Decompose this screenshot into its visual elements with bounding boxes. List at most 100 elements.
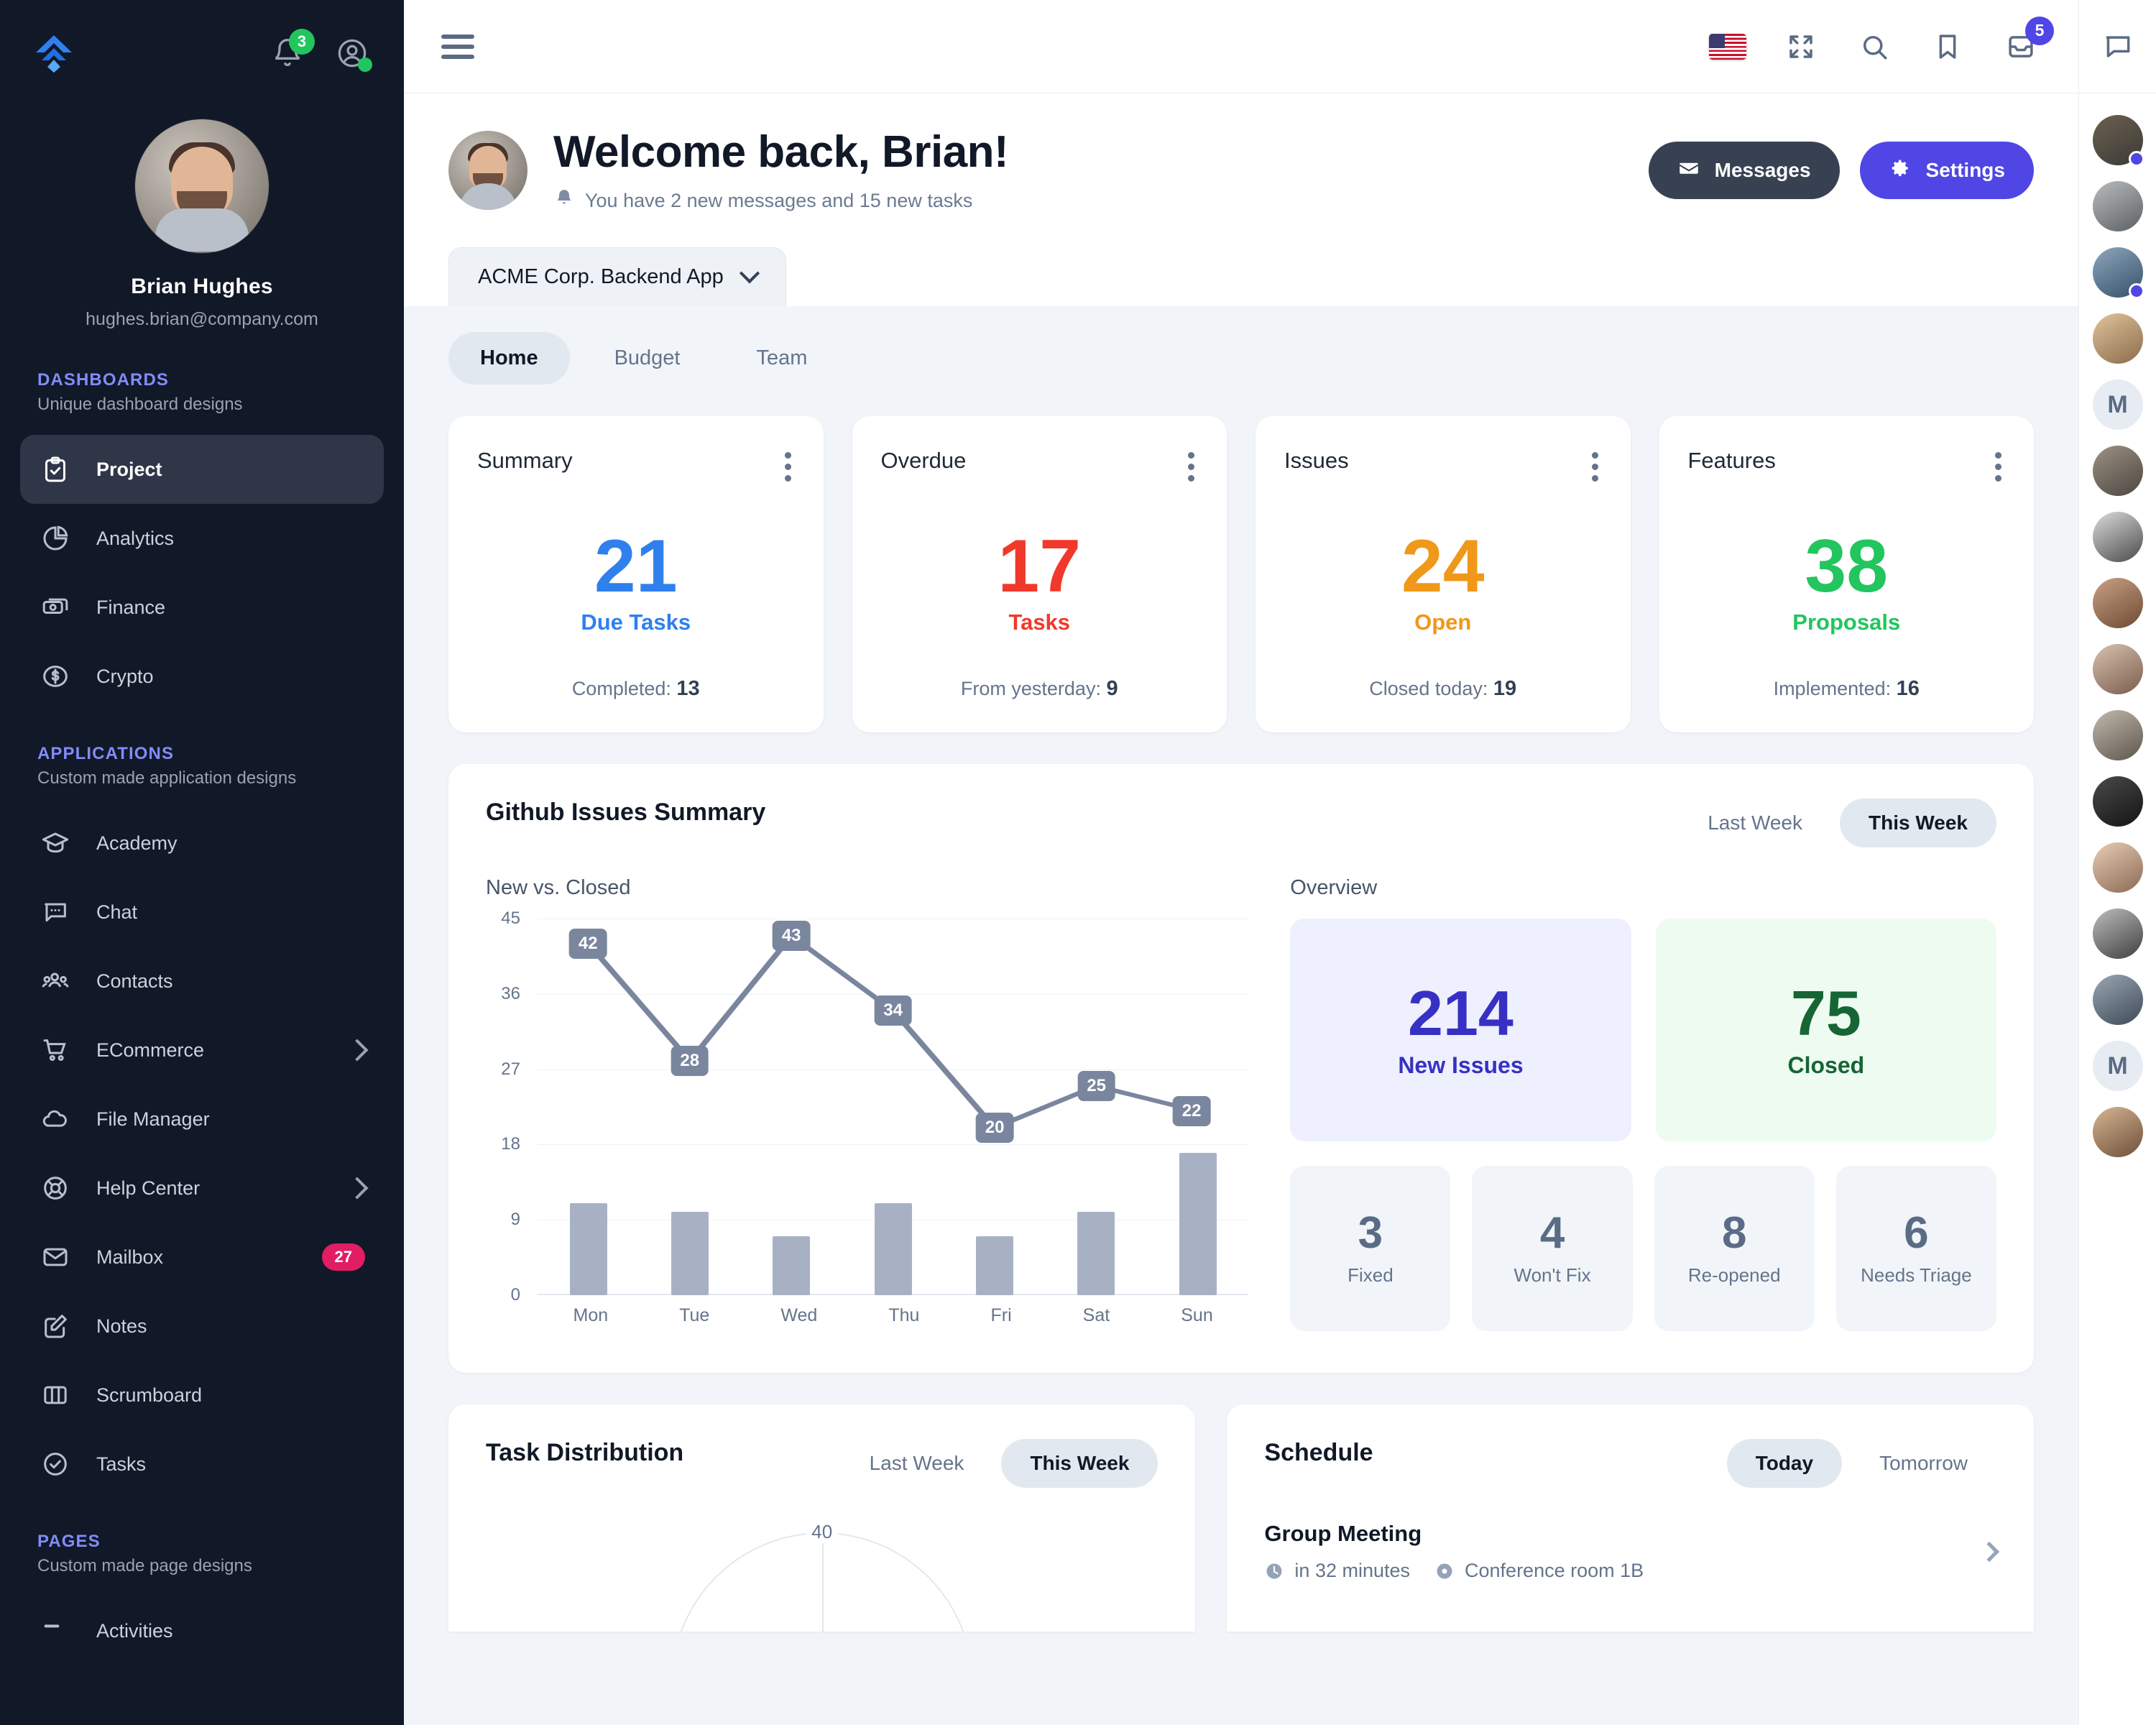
clipboard-check-icon (39, 453, 72, 486)
contact-avatar[interactable] (2092, 446, 2143, 496)
toggle-this-week[interactable]: This Week (1001, 1439, 1158, 1488)
contact-avatar[interactable] (2092, 776, 2143, 827)
messages-button[interactable]: Messages (1648, 142, 1840, 199)
search-icon[interactable] (1854, 27, 1894, 67)
sidebar-profile[interactable]: Brian Hughes hughes.brian@company.com (0, 86, 404, 330)
point-label-mon: 42 (568, 929, 607, 960)
schedule-event-row[interactable]: Group Meeting in 32 minutes Conference r… (1264, 1521, 2000, 1582)
nav-section-title-dashboards: DASHBOARDS (37, 370, 170, 390)
chevron-right-icon (346, 1177, 369, 1200)
contact-avatar[interactable] (2092, 181, 2143, 231)
chevron-right-icon[interactable] (1978, 1541, 2000, 1562)
settings-button[interactable]: Settings (1859, 142, 2034, 199)
stat-card-foot-label: From yesterday: (960, 678, 1101, 699)
language-flag-us-icon[interactable] (1708, 27, 1748, 67)
hamburger-menu-icon[interactable] (441, 34, 474, 59)
shopping-cart-icon (39, 1034, 72, 1067)
sidebar-item-label: Analytics (96, 527, 175, 549)
contact-avatar[interactable] (2092, 115, 2145, 167)
contact-avatar[interactable] (2092, 842, 2143, 893)
stat-card-foot-value: 16 (1896, 677, 1920, 700)
more-options-icon[interactable] (1985, 448, 2005, 486)
chart-subtitle: New vs. Closed (486, 876, 631, 899)
overview-label: Needs Triage (1861, 1264, 1972, 1286)
sidebar-item-project[interactable]: Project (20, 435, 384, 504)
contact-avatar[interactable] (2092, 1107, 2143, 1157)
sidebar-nav: DASHBOARDS Unique dashboard designs Proj… (0, 370, 404, 1725)
sidebar-item-help-center[interactable]: Help Center (20, 1154, 384, 1223)
stat-card-value: 21 (594, 525, 678, 609)
contact-avatar[interactable] (2092, 313, 2143, 364)
chat-panel-toggle[interactable] (2079, 0, 2156, 93)
more-options-icon[interactable] (1178, 448, 1198, 486)
toggle-tomorrow[interactable]: Tomorrow (1851, 1439, 1996, 1488)
tab-home[interactable]: Home (448, 332, 570, 385)
sidebar-header-icons: 3 (267, 29, 372, 73)
nav-section-subtitle-applications: Custom made application designs (37, 768, 297, 788)
inbox-icon[interactable]: 5 (2001, 16, 2054, 67)
more-options-icon[interactable] (775, 448, 795, 486)
sidebar-item-chat[interactable]: Chat (20, 878, 384, 947)
schedule-event-time-label: in 32 minutes (1294, 1560, 1411, 1581)
contact-avatar[interactable] (2092, 710, 2143, 760)
sidebar-item-file-manager[interactable]: File Manager (20, 1085, 384, 1154)
point-label-wed: 43 (772, 921, 811, 952)
gear-icon (1889, 157, 1912, 185)
bell-icon (553, 188, 575, 214)
toggle-this-week[interactable]: This Week (1840, 799, 1996, 847)
sidebar-item-finance[interactable]: Finance (20, 573, 384, 642)
more-options-icon[interactable] (1582, 448, 1602, 486)
sidebar-item-mailbox[interactable]: Mailbox 27 (20, 1223, 384, 1292)
contact-avatar[interactable] (2092, 975, 2143, 1025)
nav-group-dashboards: DASHBOARDS Unique dashboard designs Proj… (0, 370, 404, 711)
stat-card-label: Tasks (1008, 609, 1071, 635)
sidebar-item-activities[interactable]: Activities (20, 1596, 384, 1665)
contact-avatar[interactable] (2092, 578, 2143, 628)
y-tick: 9 (510, 1210, 520, 1230)
sidebar-item-notes[interactable]: Notes (20, 1292, 384, 1361)
fullscreen-icon[interactable] (1781, 27, 1821, 67)
contact-avatar-initial[interactable]: M (2092, 1041, 2143, 1091)
overview-card-fixed: 3 Fixed (1290, 1166, 1451, 1331)
inbox-badge: 5 (2025, 16, 2054, 45)
bottom-panels: Task Distribution Last Week This Week 40 (448, 1404, 2034, 1632)
nav-section-title-applications: APPLICATIONS (37, 744, 175, 763)
sidebar-item-crypto[interactable]: Crypto (20, 642, 384, 711)
contact-avatar[interactable] (2092, 644, 2143, 694)
sidebar-item-scrumboard[interactable]: Scrumboard (20, 1361, 384, 1430)
stat-card-footer: Completed: 13 (477, 677, 795, 701)
app-root: 3 Brian Hughes hughes.brian@company.com (0, 0, 2156, 1725)
contact-avatar-initial[interactable]: M (2092, 380, 2143, 430)
toggle-today[interactable]: Today (1726, 1439, 1843, 1488)
toggle-last-week[interactable]: Last Week (1679, 799, 1831, 847)
sidebar-item-label: Academy (96, 832, 178, 854)
bookmark-icon[interactable] (1927, 27, 1968, 67)
project-selector[interactable]: ACME Corp. Backend App (448, 247, 786, 306)
contact-avatar[interactable] (2092, 908, 2143, 959)
sidebar-item-ecommerce[interactable]: ECommerce (20, 1016, 384, 1085)
sidebar-item-contacts[interactable]: Contacts (20, 947, 384, 1016)
notifications-button[interactable]: 3 (267, 29, 315, 73)
sidebar-item-analytics[interactable]: Analytics (20, 504, 384, 573)
stat-card-title: Overdue (880, 448, 967, 473)
contact-avatar[interactable] (2092, 512, 2143, 562)
schedule-event-title: Group Meeting (1264, 1521, 1422, 1546)
y-tick: 18 (501, 1134, 520, 1154)
sidebar-item-academy[interactable]: Academy (20, 809, 384, 878)
header-actions: Messages Settings (1648, 142, 2034, 199)
sidebar-item-label: Activities (96, 1619, 173, 1642)
x-tick: Sat (1082, 1305, 1110, 1325)
tab-budget[interactable]: Budget (583, 332, 712, 385)
user-circle-icon[interactable] (332, 33, 372, 73)
overview-card-new-issues: 214 New Issues (1290, 919, 1631, 1141)
task-distribution-panel: Task Distribution Last Week This Week 40 (448, 1404, 1196, 1632)
contact-avatar[interactable] (2092, 247, 2145, 299)
sidebar-item-tasks[interactable]: Tasks (20, 1430, 384, 1499)
toggle-last-week[interactable]: Last Week (841, 1439, 993, 1488)
page-scroll-area: Welcome back, Brian! You have 2 new mess… (404, 93, 2078, 1725)
avatar[interactable] (448, 131, 528, 210)
tab-team[interactable]: Team (725, 332, 839, 385)
schedule-event-time: in 32 minutes (1264, 1560, 1410, 1582)
y-tick: 0 (510, 1285, 520, 1305)
brand-logo-icon[interactable] (32, 31, 76, 75)
